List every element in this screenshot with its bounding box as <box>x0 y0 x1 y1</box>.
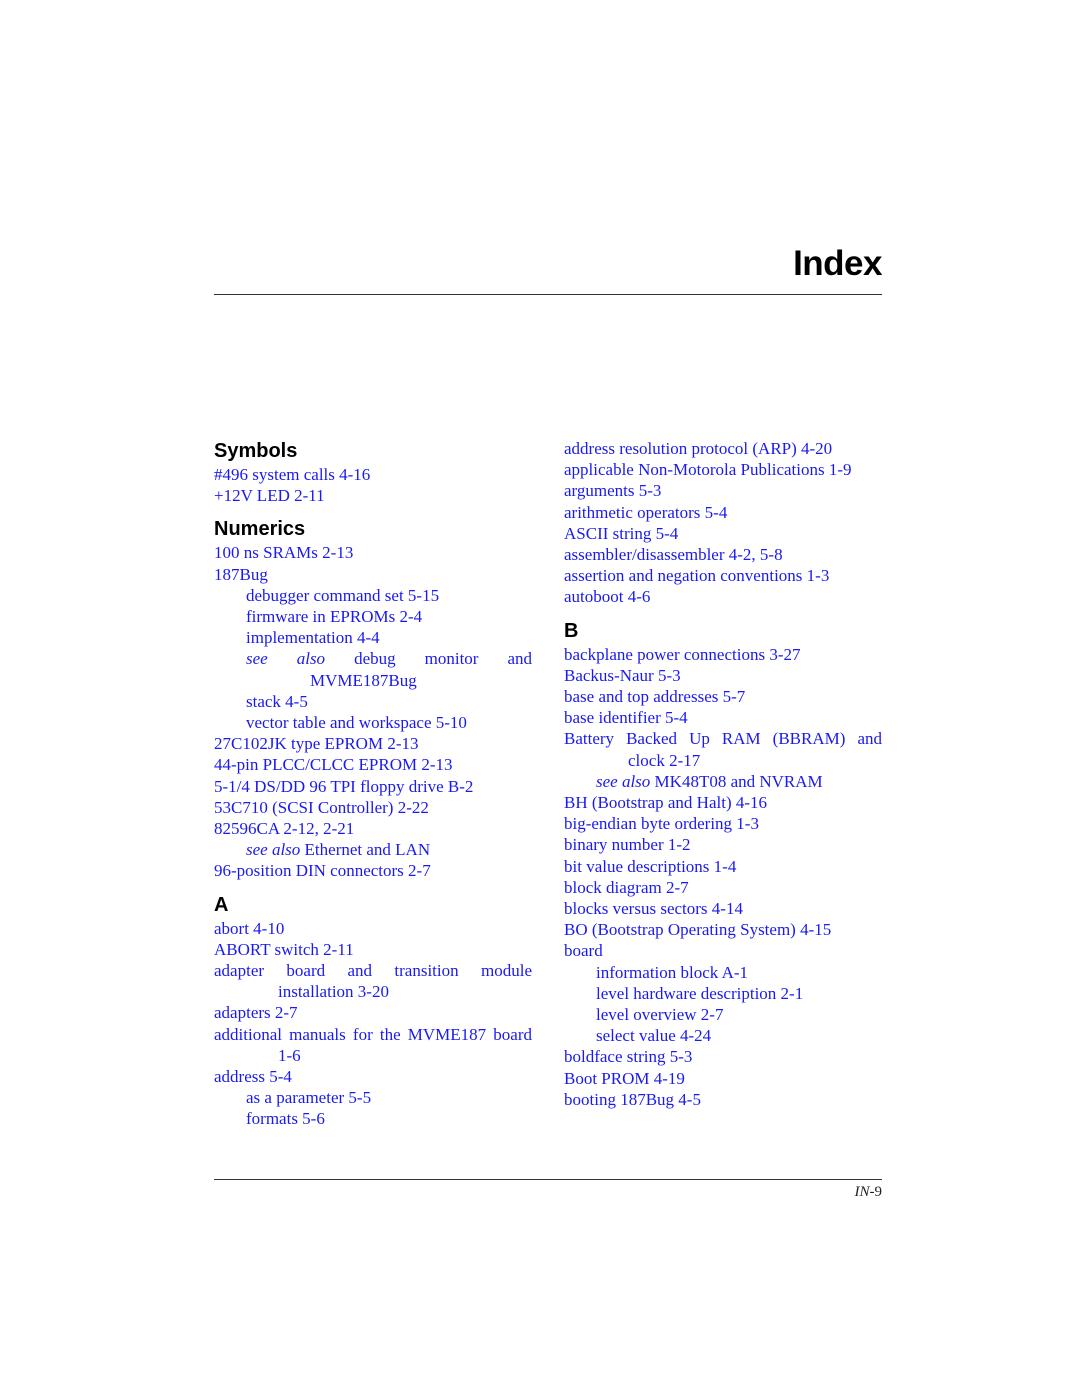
index-entry[interactable]: boldface string 5-3 <box>564 1046 882 1067</box>
index-entry[interactable]: bit value descriptions 1-4 <box>564 856 882 877</box>
index-see-also[interactable]: see also Ethernet and LAN <box>214 839 532 860</box>
index-entry[interactable]: Battery Backed Up RAM (BBRAM) and clock … <box>564 728 882 770</box>
index-entry[interactable]: Boot PROM 4-19 <box>564 1068 882 1089</box>
index-entry[interactable]: 5-1/4 DS/DD 96 TPI floppy drive B-2 <box>214 776 532 797</box>
see-also-label: see also <box>246 840 301 860</box>
index-entry[interactable]: arithmetic operators 5-4 <box>564 502 882 523</box>
index-entry[interactable]: board <box>564 940 882 961</box>
index-subentry[interactable]: debugger command set 5-15 <box>214 585 532 606</box>
page-title: Index <box>793 244 882 283</box>
index-entry[interactable]: 27C102JK type EPROM 2-13 <box>214 733 532 754</box>
index-entry[interactable]: autoboot 4-6 <box>564 586 882 607</box>
index-subentry[interactable]: stack 4-5 <box>214 691 532 712</box>
see-also-target[interactable]: MK48T08 and NVRAM <box>655 772 823 791</box>
header-rule <box>214 294 882 295</box>
index-entry[interactable]: address resolution protocol (ARP) 4-20 <box>564 438 882 459</box>
section-heading-symbols: Symbols <box>214 440 298 462</box>
index-entry[interactable]: arguments 5-3 <box>564 480 882 501</box>
see-also-label: see also <box>596 771 651 791</box>
index-subentry[interactable]: firmware in EPROMs 2-4 <box>214 606 532 627</box>
index-column-left: Symbols #496 system calls 4-16 +12V LED … <box>214 438 532 1130</box>
index-subentry[interactable]: level overview 2-7 <box>564 1004 882 1025</box>
index-subentry[interactable]: as a parameter 5-5 <box>214 1087 532 1108</box>
index-entry[interactable]: 96-position DIN connectors 2-7 <box>214 860 532 881</box>
section-heading-a: A <box>214 893 229 916</box>
index-entry[interactable]: ASCII string 5-4 <box>564 523 882 544</box>
section-heading-numerics: Numerics <box>214 518 306 541</box>
index-entry[interactable]: 187Bug <box>214 564 532 585</box>
index-entry[interactable]: backplane power connections 3-27 <box>564 644 882 665</box>
index-entry[interactable]: applicable Non-Motorola Publications 1-9 <box>564 459 882 480</box>
index-entry[interactable]: BH (Bootstrap and Halt) 4-16 <box>564 792 882 813</box>
index-entry[interactable]: adapter board and transition module inst… <box>214 960 532 1002</box>
index-entry[interactable]: abort 4-10 <box>214 918 532 939</box>
index-entry[interactable]: ABORT switch 2-11 <box>214 939 532 960</box>
index-entry[interactable]: 82596CA 2-12, 2-21 <box>214 818 532 839</box>
index-entry[interactable]: 44-pin PLCC/CLCC EPROM 2-13 <box>214 754 532 775</box>
footer-rule <box>214 1179 882 1180</box>
see-also-target[interactable]: debug monitor and MVME187Bug <box>310 649 532 689</box>
section-heading-b: B <box>564 619 579 642</box>
index-subentry[interactable]: information block A-1 <box>564 962 882 983</box>
see-also-target[interactable]: Ethernet and LAN <box>305 840 431 859</box>
index-entry[interactable]: blocks versus sectors 4-14 <box>564 898 882 919</box>
page-number-prefix: IN <box>854 1184 870 1200</box>
index-entry[interactable]: #496 system calls 4-16 <box>214 464 532 485</box>
index-entry[interactable]: big-endian byte ordering 1-3 <box>564 813 882 834</box>
index-entry[interactable]: Backus-Naur 5-3 <box>564 665 882 686</box>
index-subentry[interactable]: select value 4-24 <box>564 1025 882 1046</box>
index-subentry[interactable]: implementation 4-4 <box>214 627 532 648</box>
index-entry[interactable]: booting 187Bug 4-5 <box>564 1089 882 1110</box>
index-entry[interactable]: assertion and negation conventions 1-3 <box>564 565 882 586</box>
index-subentry[interactable]: level hardware description 2-1 <box>564 983 882 1004</box>
index-entry[interactable]: base identifier 5-4 <box>564 707 882 728</box>
page-number: IN-9 <box>855 1184 883 1201</box>
index-entry[interactable]: BO (Bootstrap Operating System) 4-15 <box>564 919 882 940</box>
page-number-value: -9 <box>869 1184 883 1200</box>
index-entry[interactable]: adapters 2-7 <box>214 1002 532 1023</box>
index-subentry[interactable]: vector table and workspace 5-10 <box>214 712 532 733</box>
index-entry[interactable]: 53C710 (SCSI Controller) 2-22 <box>214 797 532 818</box>
index-entry[interactable]: additional manuals for the MVME187 board… <box>214 1024 532 1066</box>
index-entry[interactable]: base and top addresses 5-7 <box>564 686 882 707</box>
index-subentry[interactable]: formats 5-6 <box>214 1108 532 1129</box>
index-entry[interactable]: +12V LED 2-11 <box>214 485 532 506</box>
index-see-also[interactable]: see also debug monitor and MVME187Bug <box>214 648 532 690</box>
index-entry[interactable]: binary number 1-2 <box>564 834 882 855</box>
index-entry[interactable]: assembler/disassembler 4-2, 5-8 <box>564 544 882 565</box>
index-entry[interactable]: address 5-4 <box>214 1066 532 1087</box>
index-entry[interactable]: block diagram 2-7 <box>564 877 882 898</box>
index-column-right: address resolution protocol (ARP) 4-20 a… <box>564 438 882 1110</box>
index-see-also[interactable]: see also MK48T08 and NVRAM <box>564 771 882 792</box>
see-also-label: see also <box>246 649 326 669</box>
index-entry[interactable]: 100 ns SRAMs 2-13 <box>214 542 532 563</box>
